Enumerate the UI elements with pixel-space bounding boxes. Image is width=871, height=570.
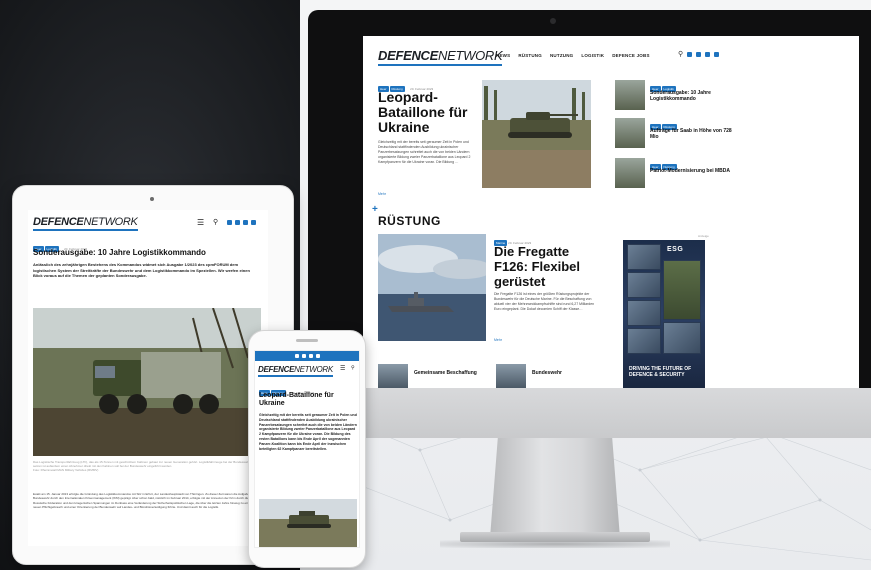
esg-logo: ESG bbox=[667, 246, 684, 253]
nav-ruestung[interactable]: RÜSTUNG bbox=[518, 53, 542, 58]
twitter-icon[interactable] bbox=[302, 354, 306, 358]
article-thumbnail bbox=[615, 158, 645, 188]
logistics-truck-photo[interactable] bbox=[33, 308, 261, 456]
sidebar-article[interactable]: Heer Logistik Sonderausgabe: 10 Jahre Log… bbox=[615, 80, 735, 114]
search-icon[interactable]: ⚲ bbox=[213, 218, 218, 226]
phone-website: DEFENCENETWORK ☰ ⚲ Heer Rüstung 20. Febru… bbox=[254, 350, 360, 548]
imac-foot bbox=[460, 532, 650, 542]
phone-header: DEFENCENETWORK ☰ ⚲ bbox=[258, 365, 358, 377]
nav-news[interactable]: NEWS bbox=[496, 53, 510, 58]
tank-photo[interactable] bbox=[259, 499, 357, 547]
linkedin-icon[interactable] bbox=[227, 220, 232, 225]
hero-headline[interactable]: Leopard-Bataillone für Ukraine bbox=[378, 90, 478, 135]
hero-more-link[interactable]: Mehr bbox=[378, 192, 386, 196]
article-title[interactable]: Bundeswehr bbox=[532, 370, 562, 376]
imac-chin bbox=[308, 388, 871, 438]
site-logo[interactable]: DEFENCENETWORK bbox=[258, 365, 333, 377]
plus-icon: + bbox=[372, 204, 378, 215]
desktop-header: DEFENCENETWORK NEWS RÜSTUNG NUTZUNG LOGI… bbox=[378, 46, 848, 68]
article-thumbnail bbox=[615, 80, 645, 110]
search-icon[interactable]: ⚲ bbox=[351, 365, 355, 371]
article-lead: Anlässlich des zehnjährigen Bestehens de… bbox=[33, 262, 250, 278]
photo-caption: Das Logistische Transportfahrzeug (LTF),… bbox=[33, 460, 255, 472]
twitter-icon[interactable] bbox=[696, 51, 702, 57]
nav-logistik[interactable]: LOGISTIK bbox=[581, 53, 604, 58]
hero-excerpt: Gleichzeitig mit der bereits seit geraum… bbox=[378, 140, 471, 164]
search-icon[interactable]: ⚲ bbox=[678, 50, 683, 58]
linkedin-icon[interactable] bbox=[295, 354, 299, 358]
article-thumbnail[interactable] bbox=[378, 364, 408, 388]
phone-speaker bbox=[296, 339, 318, 342]
sidebar-article[interactable]: Heer Nutzung Patriot-Modernisierung bei M… bbox=[615, 158, 735, 192]
article-thumbnail bbox=[615, 118, 645, 148]
phone-topbar bbox=[255, 351, 359, 361]
hamburger-menu-icon[interactable]: ☰ bbox=[197, 218, 204, 227]
instagram-icon[interactable] bbox=[309, 354, 313, 358]
sidebar-article[interactable]: Heer Rüstung Aufträge für Saab in Höhe vo… bbox=[615, 118, 735, 152]
article-title[interactable]: Gemeinsame Beschaffung bbox=[414, 370, 477, 376]
hero-tank-photo[interactable] bbox=[482, 80, 591, 188]
tablet-website: DEFENCENETWORK ☰ ⚲ Heer Logistik 20. Febr… bbox=[28, 210, 268, 546]
imac-camera bbox=[550, 18, 556, 24]
tablet-header: DEFENCENETWORK ☰ ⚲ bbox=[33, 216, 263, 232]
ad-label: Anzeige bbox=[698, 234, 709, 238]
nav-defence-jobs[interactable]: DEFENCE JOBS bbox=[612, 53, 649, 58]
instagram-icon[interactable] bbox=[243, 220, 248, 225]
article-headline: Leopard-Bataillone für Ukraine bbox=[259, 392, 334, 407]
nav-nutzung[interactable]: NUTZUNG bbox=[550, 53, 573, 58]
imac-stand bbox=[490, 438, 620, 538]
rss-icon[interactable] bbox=[251, 220, 256, 225]
linkedin-icon[interactable] bbox=[687, 51, 693, 57]
twitter-icon[interactable] bbox=[235, 220, 240, 225]
rss-icon[interactable] bbox=[316, 354, 320, 358]
header-icons: ⚲ bbox=[678, 50, 720, 58]
social-icons bbox=[227, 220, 256, 225]
frigate-photo[interactable] bbox=[378, 234, 486, 341]
article-title[interactable]: Patriot-Modernisierung bei MBDA bbox=[650, 168, 732, 174]
main-menu: NEWS RÜSTUNG NUTZUNG LOGISTIK DEFENCE JO… bbox=[496, 53, 650, 58]
hamburger-menu-icon[interactable]: ☰ bbox=[340, 365, 345, 372]
desktop-website: DEFENCENETWORK NEWS RÜSTUNG NUTZUNG LOGI… bbox=[363, 36, 859, 388]
site-logo[interactable]: DEFENCENETWORK bbox=[378, 48, 503, 66]
rss-icon[interactable] bbox=[714, 51, 720, 57]
feature-more-link[interactable]: Mehr bbox=[494, 338, 502, 342]
instagram-icon[interactable] bbox=[705, 51, 711, 57]
site-logo[interactable]: DEFENCENETWORK bbox=[33, 216, 138, 231]
feature-excerpt: Die Fregatte F126 ist eines der größten … bbox=[494, 292, 595, 311]
article-headline: Sonderausgabe: 10 Jahre Logistikkommando bbox=[33, 248, 206, 257]
article-body: Exakt am 15. Januar 2013 erfolgte die Gr… bbox=[33, 492, 257, 509]
section-title[interactable]: RÜSTUNG bbox=[378, 214, 441, 228]
article-title[interactable]: Sonderausgabe: 10 Jahre Logistikkommando bbox=[650, 90, 732, 102]
article-thumbnail[interactable] bbox=[496, 364, 526, 388]
tablet-camera bbox=[150, 197, 154, 201]
bottom-article-row: Gemeinsame Beschaffung Bundeswehr bbox=[378, 362, 848, 388]
article-title[interactable]: Aufträge für Saab in Höhe von 728 Mio bbox=[650, 128, 732, 140]
article-excerpt: Gleichzeitig mit der bereits seit geraum… bbox=[259, 413, 357, 451]
feature-headline[interactable]: Die Fregatte F126: Flexibel gerüstet bbox=[494, 244, 604, 289]
